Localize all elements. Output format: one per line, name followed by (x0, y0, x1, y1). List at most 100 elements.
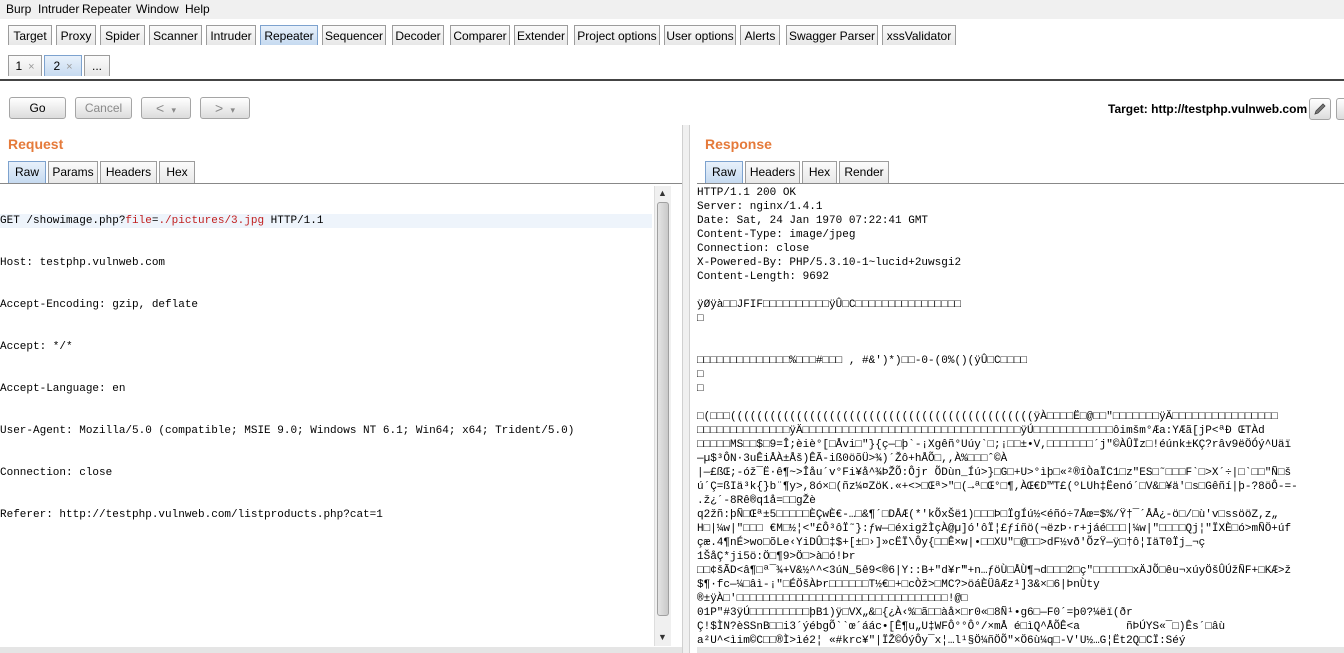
pencil-icon (1314, 103, 1326, 115)
chevron-left-icon: < (155, 100, 165, 116)
repeater-tab-bar: 1 × 2 × ... (0, 47, 1344, 81)
response-line: $¶·fc—¼□âì-¡"□ÉÖšÀÞr□□□□□□T½€□+□cÒž>□MC?… (697, 579, 1100, 591)
request-param-value: ./pictures/3.jpg (158, 215, 265, 227)
response-line: —µ$³ÔN·3uÊiÅÀ±Åš)ÊÃ-iß0öõÜ>¾)´Žô+hÅÕ□,,À… (697, 453, 1008, 465)
response-line: □ (697, 369, 704, 381)
response-line: çæ.4¶nÉ>wo□õLe‹YiDÛ□‡$+[±□›]»cËÏ\Ôy{□□Ê×… (697, 537, 1206, 549)
request-line: GET /showimage.php?file=./pictures/3.jpg… (0, 214, 652, 228)
tab-decoder[interactable]: Decoder (392, 25, 444, 45)
response-separator (697, 183, 1344, 184)
close-icon[interactable]: × (28, 61, 34, 73)
response-line: X-Powered-By: PHP/5.3.10-1~lucid+2uwsgi2 (697, 257, 962, 269)
response-line (697, 326, 1344, 340)
request-tab-hex[interactable]: Hex (159, 161, 195, 183)
repeater-tab-new[interactable]: ... (84, 55, 110, 76)
request-header-line: Host: testphp.vulnweb.com (0, 257, 166, 269)
response-line: Connection: close (697, 243, 810, 255)
response-line: □□¢šÃD<â¶□ª¯¾+V&½^^<3úN_5ê9<®6|Y::B+″d¥r… (697, 565, 1292, 577)
response-line: ®±ÿÀ□'□□□□□□□□□□□□□□□□□□□□□□□□□□□□□□□□!@… (697, 593, 968, 605)
response-title: Response (705, 136, 772, 152)
tab-target[interactable]: Target (8, 25, 52, 45)
response-line: □□□□□□□□□□□□□□%□□□#□□□ , #&')*)□□-0-(0%(… (697, 355, 1028, 367)
repeater-tab-1[interactable]: 1 × (8, 55, 42, 76)
tab-spider[interactable]: Spider (100, 25, 145, 45)
forward-button[interactable]: > ▾ (200, 97, 250, 119)
request-search-bar (0, 647, 682, 653)
response-line (697, 340, 1344, 354)
request-header-line: Accept-Encoding: gzip, deflate (0, 299, 199, 311)
close-icon[interactable]: × (66, 61, 72, 73)
tab-alerts[interactable]: Alerts (740, 25, 780, 45)
scroll-thumb[interactable] (657, 202, 669, 616)
request-editor[interactable]: GET /showimage.php?file=./pictures/3.jpg… (0, 186, 652, 646)
response-line (697, 396, 1344, 410)
menu-bar: Burp Intruder Repeater Window Help (0, 0, 1344, 19)
tab-repeater[interactable]: Repeater (260, 25, 318, 45)
request-header-line: Referer: http://testphp.vulnweb.com/list… (0, 509, 383, 521)
tab-proxy[interactable]: Proxy (56, 25, 96, 45)
tab-comparer[interactable]: Comparer (450, 25, 510, 45)
repeater-tab-1-label: 1 (15, 59, 23, 73)
request-header-line: Accept: */* (0, 341, 73, 353)
request-tab-raw[interactable]: Raw (8, 161, 46, 183)
tab-project-options[interactable]: Project options (574, 25, 660, 45)
request-scrollbar[interactable]: ▲ ▼ (654, 186, 671, 646)
tab-swagger-parser[interactable]: Swagger Parser (786, 25, 878, 45)
menu-burp[interactable]: Burp (6, 2, 31, 16)
menu-help[interactable]: Help (185, 2, 210, 16)
response-line: |—£ßŒ;-óž¯Ë·ê¶~>Îåu´v°Fi¥å^¾ÞŽÕ:Ôjr ÕDùn… (697, 467, 1292, 479)
request-tab-headers[interactable]: Headers (100, 161, 157, 183)
response-line: □ (697, 313, 704, 325)
tab-xssvalidator[interactable]: xssValidator (882, 25, 956, 45)
request-header-line: User-Agent: Mozilla/5.0 (compatible; MSI… (0, 425, 575, 437)
request-line-text: HTTP/1.1 (264, 215, 324, 227)
back-button[interactable]: < ▾ (141, 97, 191, 119)
menu-repeater[interactable]: Repeater (82, 2, 131, 16)
response-editor[interactable]: HTTP/1.1 200 OK Server: nginx/1.4.1 Date: … (697, 186, 1344, 647)
request-header-line: Accept-Language: en (0, 383, 126, 395)
dropdown-icon: ▾ (230, 105, 236, 115)
scroll-down-icon[interactable]: ▼ (658, 632, 667, 642)
response-line: H□|¼w|"□□□ €M□½¦<"£Ô³ôÏ˜}:ƒw—□éxigžÌçÀ@µ… (697, 523, 1292, 535)
target-label: Target: http://testphp.vulnweb.com (1108, 102, 1308, 116)
response-line: Content-Length: 9692 (697, 271, 830, 283)
response-tab-headers[interactable]: Headers (745, 161, 800, 183)
response-line: □□□□□MS□□$□9=Î;èiè°[□Åvi□"}{ç—□þ`-¡Xgêñ°… (697, 439, 1292, 451)
main-tab-bar: Target Proxy Spider Scanner Intruder Rep… (0, 19, 1344, 48)
split-pane-divider[interactable] (682, 125, 690, 653)
edit-target-button[interactable] (1309, 98, 1331, 120)
response-tab-render[interactable]: Render (839, 161, 889, 183)
request-line-text: GET /showimage.php? (0, 215, 126, 227)
response-line: q2žñ:þÑ□Œª±5□□□□□ÈÇwÈ€-…□&¶´□DÅÆ(*'kÕxŠë… (697, 509, 1278, 521)
response-tab-raw[interactable]: Raw (705, 161, 743, 183)
help-button[interactable] (1336, 98, 1344, 120)
tab-intruder[interactable]: Intruder (206, 25, 256, 45)
response-line: □□□□□□□□□□□□□□ÿÄ□□□□□□□□□□□□□□□□□□□□□□□□… (697, 425, 1265, 437)
response-line: □ (697, 383, 704, 395)
response-search-bar (697, 647, 1344, 653)
scroll-up-icon[interactable]: ▲ (658, 188, 667, 198)
tab-extender[interactable]: Extender (514, 25, 568, 45)
response-line (697, 284, 1344, 298)
response-line: HTTP/1.1 200 OK (697, 187, 797, 199)
request-param-name: file (125, 215, 152, 227)
request-header-line: Connection: close (0, 467, 113, 479)
menu-intruder[interactable]: Intruder (38, 2, 79, 16)
dropdown-icon: ▾ (171, 105, 177, 115)
cancel-button[interactable]: Cancel (75, 97, 132, 119)
response-line: Content-Type: image/jpeg (697, 229, 856, 241)
request-title: Request (8, 136, 64, 152)
repeater-tab-2-label: 2 (53, 59, 61, 73)
request-tab-params[interactable]: Params (48, 161, 98, 183)
tab-sequencer[interactable]: Sequencer (322, 25, 386, 45)
response-tab-hex[interactable]: Hex (802, 161, 837, 183)
response-line: a²U^<ìim©C□□®Ì>ìé2¦ «#krc¥"|ÏŽ©ÓýÔy¯x¦…l… (697, 635, 1186, 647)
repeater-tab-2[interactable]: 2 × (44, 55, 82, 76)
tab-user-options[interactable]: User options (664, 25, 736, 45)
go-button[interactable]: Go (9, 97, 66, 119)
response-line: Ç!$ÌN?èSSnB□□i3´ýébgÕ``œ´áác•[Ê¶u„U‡WFÔ°… (697, 621, 1226, 633)
tab-scanner[interactable]: Scanner (149, 25, 202, 45)
response-line: .ž¿´-8Rê®q1å=□□gŽè (697, 495, 816, 507)
request-separator (0, 183, 682, 184)
menu-window[interactable]: Window (136, 2, 179, 16)
